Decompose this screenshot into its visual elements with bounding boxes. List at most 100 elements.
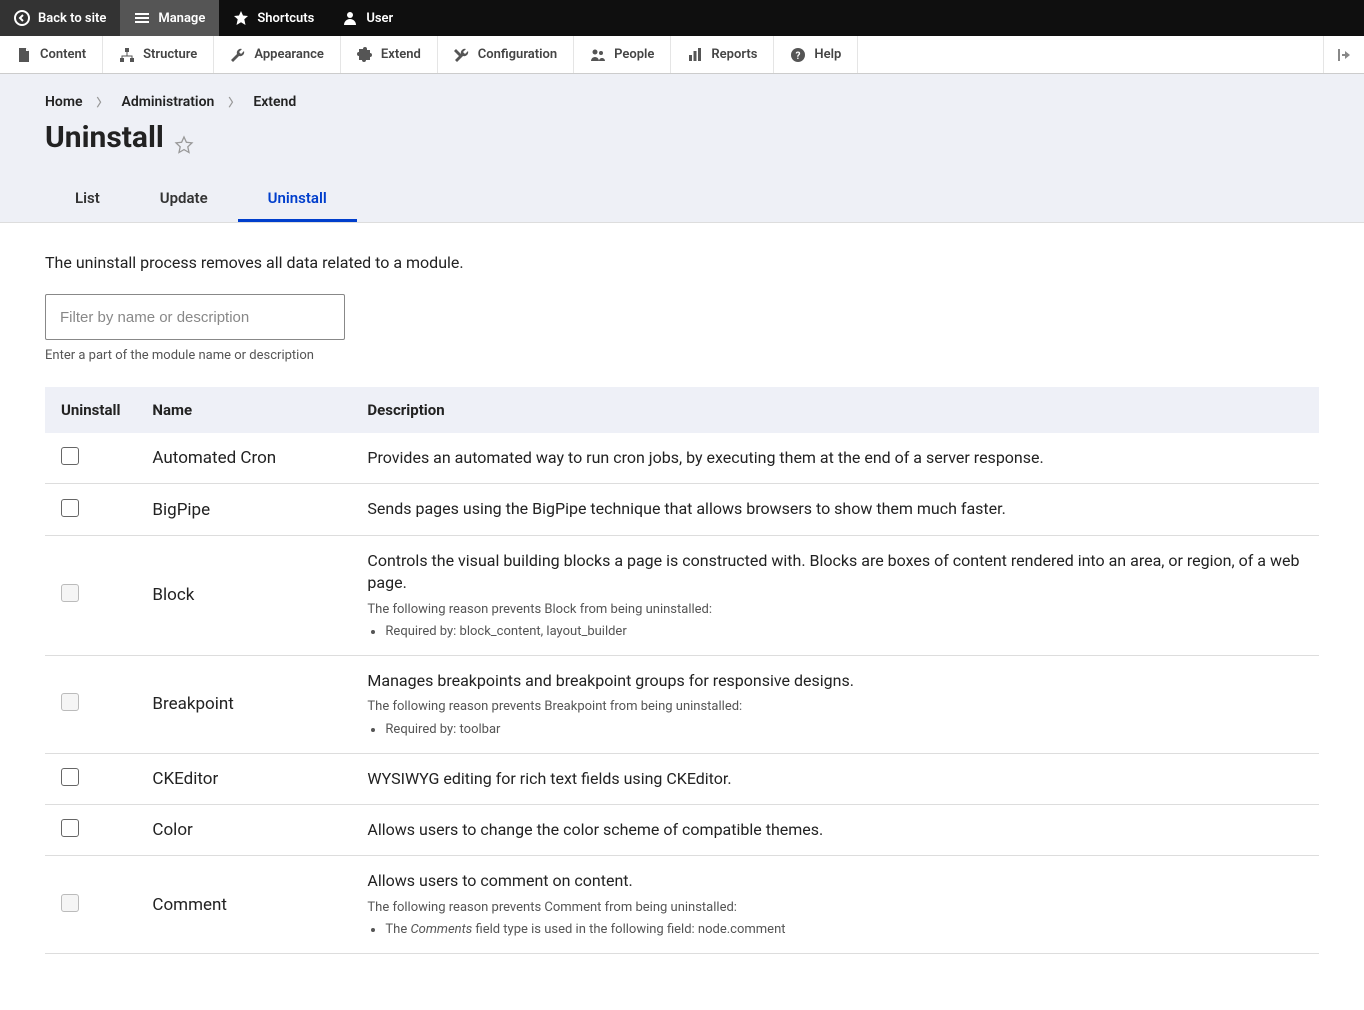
page-title: Uninstall xyxy=(45,120,1319,155)
module-name: Breakpoint xyxy=(136,655,351,753)
menu-reports[interactable]: Reports xyxy=(671,36,774,73)
table-row: CommentAllows users to comment on conten… xyxy=(45,856,1319,954)
table-row: Automated CronProvides an automated way … xyxy=(45,433,1319,484)
module-description: Allows users to change the color scheme … xyxy=(351,805,1319,856)
module-name: CKEditor xyxy=(136,753,351,804)
file-icon xyxy=(16,47,32,63)
admin-toolbar: Back to site Manage Shortcuts User xyxy=(0,0,1364,36)
back-to-site-button[interactable]: Back to site xyxy=(0,0,120,36)
people-icon xyxy=(590,47,606,63)
menu-content[interactable]: Content xyxy=(0,36,103,73)
menu-help-label: Help xyxy=(814,47,841,62)
chevron-right-icon: 〉 xyxy=(228,94,239,110)
table-row: ColorAllows users to change the color sc… xyxy=(45,805,1319,856)
uninstall-reason: The following reason prevents Block from… xyxy=(367,601,1303,641)
uninstall-reason: The following reason prevents Comment fr… xyxy=(367,899,1303,939)
th-description: Description xyxy=(351,387,1319,433)
uninstall-checkbox-cell xyxy=(45,484,136,535)
breadcrumb: Home 〉 Administration 〉 Extend xyxy=(45,94,1319,110)
manage-label: Manage xyxy=(158,11,205,26)
collapse-icon xyxy=(1336,47,1352,63)
uninstall-checkbox xyxy=(61,693,79,711)
filter-input[interactable] xyxy=(45,294,345,340)
module-name: Automated Cron xyxy=(136,433,351,484)
breadcrumb-extend[interactable]: Extend xyxy=(253,94,296,110)
module-description: Manages breakpoints and breakpoint group… xyxy=(351,655,1319,753)
wrench-icon xyxy=(230,47,246,63)
tools-icon xyxy=(454,47,470,63)
uninstall-checkbox[interactable] xyxy=(61,499,79,517)
shortcuts-label: Shortcuts xyxy=(257,11,314,26)
breadcrumb-home[interactable]: Home xyxy=(45,94,83,110)
module-name: BigPipe xyxy=(136,484,351,535)
tab-update[interactable]: Update xyxy=(130,177,238,222)
star-icon xyxy=(233,10,249,26)
menu-help[interactable]: ? Help xyxy=(774,36,858,73)
menu-configuration[interactable]: Configuration xyxy=(438,36,574,73)
uninstall-checkbox-cell xyxy=(45,805,136,856)
tab-uninstall[interactable]: Uninstall xyxy=(238,177,357,222)
uninstall-checkbox-cell xyxy=(45,856,136,954)
menu-appearance[interactable]: Appearance xyxy=(214,36,341,73)
table-row: CKEditorWYSIWYG editing for rich text fi… xyxy=(45,753,1319,804)
menu-people[interactable]: People xyxy=(574,36,671,73)
uninstall-checkbox-cell xyxy=(45,535,136,655)
menu-extend[interactable]: Extend xyxy=(341,36,438,73)
th-name: Name xyxy=(136,387,351,433)
svg-text:?: ? xyxy=(796,51,801,62)
uninstall-checkbox[interactable] xyxy=(61,447,79,465)
th-uninstall: Uninstall xyxy=(45,387,136,433)
uninstall-checkbox[interactable] xyxy=(61,819,79,837)
puzzle-icon xyxy=(357,47,373,63)
admin-menu: Content Structure Appearance Extend Conf… xyxy=(0,36,1364,74)
back-to-site-label: Back to site xyxy=(38,11,106,26)
menu-configuration-label: Configuration xyxy=(478,47,557,62)
uninstall-checkbox-cell xyxy=(45,753,136,804)
help-icon: ? xyxy=(790,47,806,63)
user-label: User xyxy=(366,11,393,26)
breadcrumb-admin[interactable]: Administration xyxy=(122,94,215,110)
primary-tabs: List Update Uninstall xyxy=(45,177,1319,222)
menu-structure-label: Structure xyxy=(143,47,197,62)
menu-extend-label: Extend xyxy=(381,47,421,62)
module-description: WYSIWYG editing for rich text fields usi… xyxy=(351,753,1319,804)
module-name: Comment xyxy=(136,856,351,954)
page-content: The uninstall process removes all data r… xyxy=(0,223,1364,984)
favorite-star-icon[interactable] xyxy=(174,128,194,148)
module-description: Controls the visual building blocks a pa… xyxy=(351,535,1319,655)
page-title-text: Uninstall xyxy=(45,120,164,155)
menu-appearance-label: Appearance xyxy=(254,47,324,62)
filter-help: Enter a part of the module name or descr… xyxy=(45,348,1319,363)
hamburger-icon xyxy=(134,10,150,26)
module-description: Sends pages using the BigPipe technique … xyxy=(351,484,1319,535)
uninstall-checkbox[interactable] xyxy=(61,768,79,786)
intro-text: The uninstall process removes all data r… xyxy=(45,253,1319,272)
table-row: BreakpointManages breakpoints and breakp… xyxy=(45,655,1319,753)
uninstall-checkbox-cell xyxy=(45,655,136,753)
module-name: Color xyxy=(136,805,351,856)
page-header: Home 〉 Administration 〉 Extend Uninstall… xyxy=(0,74,1364,223)
menu-structure[interactable]: Structure xyxy=(103,36,214,73)
user-button[interactable]: User xyxy=(328,0,407,36)
module-description: Allows users to comment on content.The f… xyxy=(351,856,1319,954)
menu-people-label: People xyxy=(614,47,654,62)
menu-content-label: Content xyxy=(40,47,86,62)
chevron-right-icon: 〉 xyxy=(97,94,108,110)
module-name: Block xyxy=(136,535,351,655)
menu-reports-label: Reports xyxy=(711,47,757,62)
module-description: Provides an automated way to run cron jo… xyxy=(351,433,1319,484)
uninstall-reason: The following reason prevents Breakpoint… xyxy=(367,698,1303,738)
user-icon xyxy=(342,10,358,26)
uninstall-checkbox xyxy=(61,894,79,912)
modules-table: Uninstall Name Description Automated Cro… xyxy=(45,387,1319,954)
table-row: BlockControls the visual building blocks… xyxy=(45,535,1319,655)
table-row: BigPipeSends pages using the BigPipe tec… xyxy=(45,484,1319,535)
shortcuts-button[interactable]: Shortcuts xyxy=(219,0,328,36)
structure-icon xyxy=(119,47,135,63)
tab-list[interactable]: List xyxy=(45,177,130,222)
chart-icon xyxy=(687,47,703,63)
uninstall-checkbox-cell xyxy=(45,433,136,484)
manage-button[interactable]: Manage xyxy=(120,0,219,36)
toolbar-orientation-toggle[interactable] xyxy=(1323,36,1364,73)
back-icon xyxy=(14,10,30,26)
